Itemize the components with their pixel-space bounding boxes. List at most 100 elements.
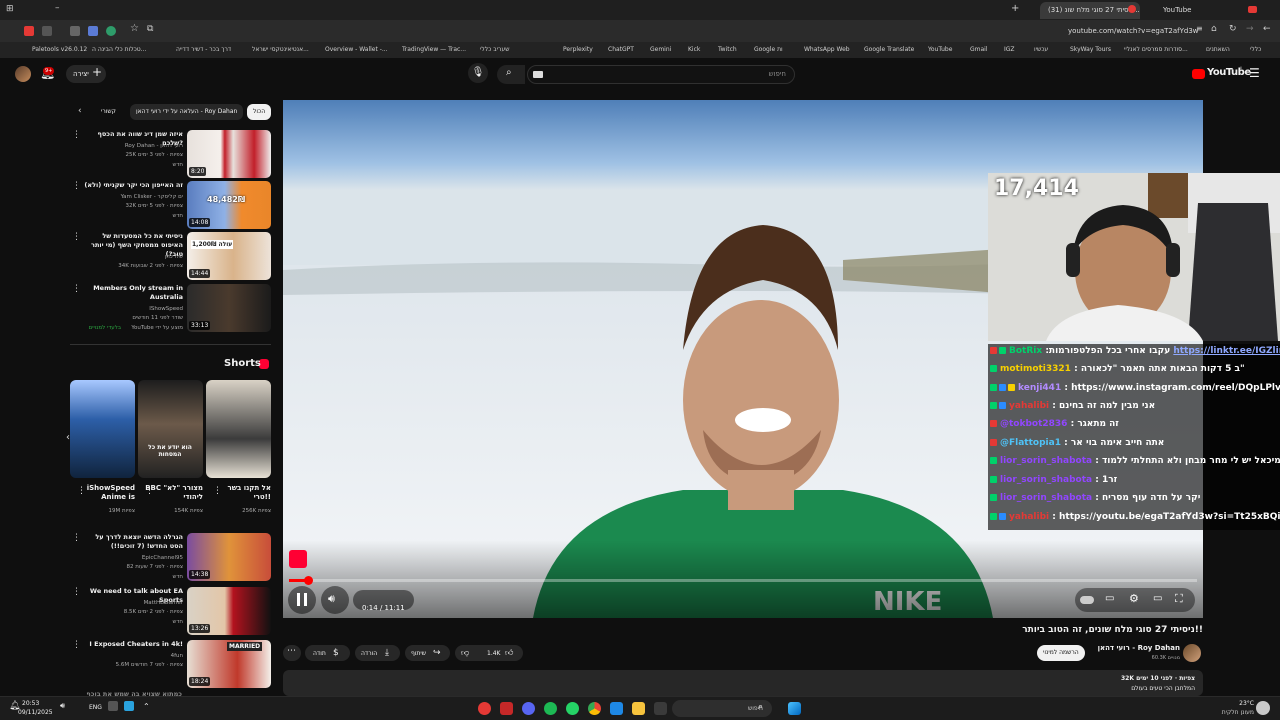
bookmark[interactable]: Twitch bbox=[718, 46, 737, 53]
dislike-icon[interactable]: 👎︎ bbox=[461, 648, 469, 658]
bookmark[interactable]: טכלות כלי הבינה ה... bbox=[92, 46, 146, 53]
thanks-button[interactable]: $ תודה bbox=[305, 645, 350, 661]
more-options-icon[interactable]: ⋮ bbox=[72, 130, 81, 140]
bookmark[interactable]: עכשיו bbox=[1034, 46, 1048, 53]
bookmark[interactable]: שעריב כללי bbox=[480, 46, 509, 53]
video-title[interactable]: הגרלה הדשה יוצאת לדרך על הסט החדש! (7 זו… bbox=[83, 533, 183, 551]
more-options-icon[interactable]: ⋮ bbox=[72, 181, 81, 191]
taskbar-search[interactable]: ⌕ חיפוש bbox=[672, 700, 772, 717]
video-thumbnail[interactable]: MARRIED 18:24 bbox=[187, 640, 271, 688]
back-icon[interactable]: ← bbox=[1263, 24, 1271, 34]
video-channel[interactable]: 4fun bbox=[83, 652, 183, 660]
video-thumbnail[interactable]: 14:38 bbox=[187, 533, 271, 581]
short-thumbnail[interactable]: הוא יודע את כל המסחות bbox=[138, 380, 203, 478]
tray-expand-icon[interactable]: ⌃ bbox=[143, 702, 150, 711]
video-channel[interactable]: IShowSpeed bbox=[83, 305, 183, 313]
taskbar-time[interactable]: 20:53 bbox=[22, 700, 39, 707]
list-item[interactable]: 48,482₪ 14:08 זה האייפון הכי יקר שקניתי … bbox=[70, 181, 271, 229]
cast-icon[interactable]: ⧉ bbox=[147, 24, 153, 34]
video-thumbnail[interactable]: 13:26 bbox=[187, 587, 271, 635]
more-options-icon[interactable]: ⋮ bbox=[72, 284, 81, 294]
profile-icon[interactable] bbox=[24, 26, 34, 36]
subscribe-button[interactable]: הרשמה למינוי bbox=[1037, 645, 1085, 661]
channel-name[interactable]: רועי דהאן - Roy Dahan bbox=[1082, 644, 1180, 652]
video-channel[interactable]: שלו כהן bbox=[83, 253, 183, 261]
video-channel[interactable]: MattHDGamer bbox=[83, 599, 183, 607]
extension-icon[interactable] bbox=[42, 26, 52, 36]
bookmark[interactable]: Google Translate bbox=[864, 46, 914, 53]
bookmark-star-icon[interactable]: ☆ bbox=[130, 23, 139, 34]
avatar[interactable] bbox=[15, 66, 31, 82]
bookmark[interactable]: אנטיאינטקסי ישראל... bbox=[252, 46, 309, 53]
more-options-icon[interactable]: ⋮ bbox=[72, 587, 81, 597]
play-pause-button[interactable] bbox=[288, 586, 316, 614]
captions-icon[interactable]: ▭ bbox=[1105, 593, 1114, 604]
chip-uploader[interactable]: העלאה על ידי רועי דהאן - Roy Dahan bbox=[130, 104, 244, 120]
share-button[interactable]: ↪ שיתוף bbox=[405, 645, 450, 661]
like-icon[interactable]: 👍︎ bbox=[505, 648, 513, 658]
file-explorer-icon[interactable] bbox=[632, 702, 645, 715]
bookmark[interactable]: דרך בכר - דשיר דדייה bbox=[176, 46, 231, 53]
url-text[interactable]: youtube.com/watch?v=egaT2afYd3w bbox=[1068, 27, 1199, 35]
bookmark[interactable]: Overview - Wallet -... bbox=[325, 46, 388, 53]
video-channel[interactable]: Yam Clisker - ים קליסקר bbox=[83, 193, 183, 201]
window-menu-icon[interactable]: ⊞ bbox=[6, 4, 14, 14]
tray-icon[interactable] bbox=[124, 701, 134, 711]
description-box[interactable]: 32K צפיות · לפני 10 ימים המלחבן הכי טעים… bbox=[283, 670, 1203, 696]
tab-video[interactable]: (31) ניסיתי 27 סוגי מלח שונ... bbox=[1040, 2, 1140, 19]
spotify-icon[interactable] bbox=[544, 702, 557, 715]
list-item[interactable]: 33:13 Members Only stream in Australia I… bbox=[70, 284, 271, 332]
menu-icon[interactable]: ☰ bbox=[1249, 66, 1260, 80]
progress-track[interactable] bbox=[289, 579, 1197, 582]
chips-prev-icon[interactable]: ‹ bbox=[78, 106, 82, 116]
list-item[interactable]: 13:26 We need to talk about EA Sports Ma… bbox=[70, 587, 271, 635]
bookmark[interactable]: Paletools v26.0.12 bbox=[32, 46, 87, 53]
minimize-icon[interactable]: – bbox=[55, 3, 60, 13]
bookmark[interactable]: Kick bbox=[688, 46, 700, 53]
bookmark[interactable]: TradingView — Trac... bbox=[402, 46, 466, 53]
app-icon[interactable] bbox=[478, 702, 491, 715]
more-options-icon[interactable]: ⋮ bbox=[213, 486, 222, 496]
new-tab-icon[interactable]: + bbox=[1011, 3, 1019, 14]
tray-icon[interactable] bbox=[108, 701, 118, 711]
theater-mode-icon[interactable]: ▭ bbox=[1153, 593, 1162, 604]
bookmark[interactable]: Gmail bbox=[970, 46, 988, 53]
photos-icon[interactable] bbox=[610, 702, 623, 715]
language-indicator[interactable]: ENG bbox=[89, 704, 102, 711]
chat-link[interactable]: https://linktr.ee/IGZlinks bbox=[1173, 346, 1280, 356]
list-item[interactable]: 8:20 איזה שמן דיג שווה את הכסף שלכם? Roy… bbox=[70, 130, 271, 178]
extension-icon[interactable] bbox=[70, 26, 80, 36]
extension-icon[interactable] bbox=[88, 26, 98, 36]
video-thumbnail[interactable]: 8:20 bbox=[187, 130, 271, 178]
logo-text[interactable]: YouTube bbox=[1207, 67, 1251, 78]
video-title[interactable]: זה האייפון הכי יקר שקניתי (ולא) bbox=[83, 181, 183, 190]
lock-icon[interactable]: ≡ bbox=[1196, 24, 1203, 33]
more-options-icon[interactable]: ⋮ bbox=[72, 232, 81, 242]
more-options-icon[interactable]: ⋮ bbox=[145, 486, 154, 496]
video-thumbnail[interactable]: 33:13 bbox=[187, 284, 271, 332]
tab-audio-icon[interactable] bbox=[1128, 5, 1136, 13]
autoplay-toggle[interactable] bbox=[1080, 596, 1094, 604]
app-icon[interactable] bbox=[500, 702, 513, 715]
tab-youtube[interactable]: YouTube bbox=[1155, 2, 1215, 19]
chrome-icon[interactable] bbox=[588, 702, 601, 715]
like-count[interactable]: 1.4K bbox=[487, 650, 500, 657]
keyboard-icon[interactable] bbox=[533, 71, 543, 78]
settings-icon[interactable]: ⚙ bbox=[1129, 592, 1139, 605]
video-channel[interactable]: EpicChannel95 bbox=[83, 554, 183, 562]
weather-icon[interactable] bbox=[1256, 701, 1270, 715]
windows-start-icon[interactable] bbox=[788, 702, 801, 715]
more-options-icon[interactable]: ⋮ bbox=[72, 533, 81, 543]
forward-icon[interactable]: → bbox=[1246, 24, 1254, 34]
bookmark[interactable]: השאתנים bbox=[1206, 46, 1230, 53]
microphone-icon[interactable]: 🎙︎ bbox=[468, 63, 488, 83]
bookmark[interactable]: ChatGPT bbox=[608, 46, 634, 53]
volume-button[interactable]: 🔊︎ bbox=[321, 586, 349, 614]
short-thumbnail[interactable] bbox=[70, 380, 135, 478]
shorts-prev-icon[interactable]: ‹ bbox=[66, 432, 70, 443]
more-options-icon[interactable]: ⋮ bbox=[72, 640, 81, 650]
video-channel[interactable]: Roy Dahan - רועי דהאן bbox=[83, 142, 183, 150]
fullscreen-icon[interactable]: ⛶ bbox=[1175, 592, 1183, 606]
discord-icon[interactable] bbox=[522, 702, 535, 715]
search-input[interactable]: חיפוש bbox=[527, 65, 795, 84]
